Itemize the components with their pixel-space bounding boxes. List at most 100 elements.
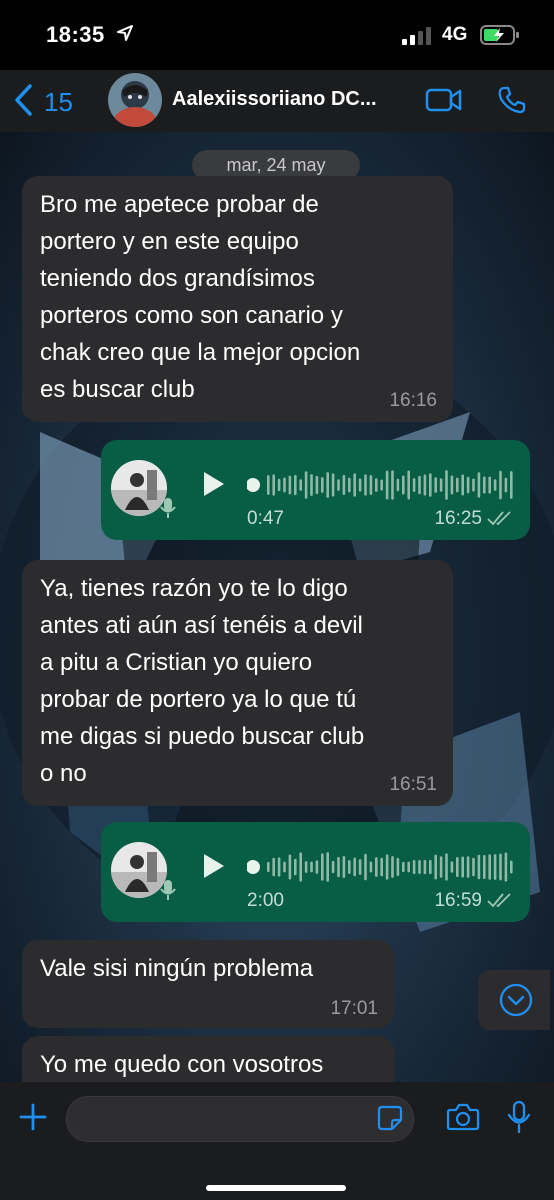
waveform-bar — [358, 478, 362, 492]
message-time: 16:16 — [389, 390, 437, 411]
waveform-bar — [477, 854, 481, 880]
camera-icon[interactable] — [446, 1102, 480, 1137]
chat-area[interactable]: mar, 24 may Bro me apetece probar de por… — [0, 132, 554, 1082]
status-bar: 18:35 4G — [0, 0, 554, 70]
message-time: 17:01 — [330, 998, 378, 1019]
waveform-bar — [353, 473, 356, 497]
waveform-bar — [466, 856, 470, 878]
waveform-bar — [326, 852, 329, 882]
chat-header: 15 Aalexiissoriiano DC... — [0, 70, 554, 132]
waveform-bar — [348, 860, 351, 874]
message-time: 16:25 — [434, 508, 482, 529]
play-icon[interactable] — [200, 852, 226, 885]
waveform-bar — [267, 861, 270, 873]
scroll-to-bottom-button[interactable] — [478, 970, 550, 1030]
plus-icon[interactable] — [18, 1102, 48, 1137]
waveform-bar — [461, 856, 464, 878]
waveform-bar — [429, 473, 432, 497]
voice-message-outgoing[interactable]: 2:00 16:59 — [101, 822, 530, 922]
phone-icon[interactable] — [497, 85, 527, 120]
waveform-bar — [304, 471, 308, 499]
waveform[interactable] — [247, 470, 517, 500]
waveform-bar — [294, 474, 297, 496]
playback-position[interactable] — [247, 478, 260, 492]
message-bubble-incoming[interactable]: Bro me apetece probar de portero y en es… — [22, 176, 453, 422]
contact-avatar[interactable] — [108, 73, 162, 127]
microphone-icon[interactable] — [506, 1100, 532, 1139]
sticker-icon[interactable] — [376, 1104, 404, 1137]
waveform-bar — [310, 861, 313, 873]
waveform-bar — [504, 852, 508, 882]
waveform-bar — [456, 856, 459, 878]
waveform-bar — [321, 853, 324, 881]
location-arrow-icon — [116, 24, 134, 47]
waveform-bar — [364, 853, 367, 881]
video-camera-icon[interactable] — [425, 86, 463, 119]
waveform-bar — [337, 479, 340, 491]
waveform-bar — [493, 479, 497, 491]
message-bubble-incoming[interactable]: Yo me quedo con vosotros — [22, 1036, 394, 1082]
battery-charging-icon — [480, 25, 520, 50]
play-icon[interactable] — [200, 470, 226, 503]
read-ticks-icon — [486, 892, 516, 913]
message-time: 16:51 — [389, 774, 437, 795]
waveform-bar — [510, 860, 513, 874]
waveform-bar — [456, 477, 459, 493]
waveform-bar — [412, 478, 416, 492]
waveform-bar — [277, 478, 281, 492]
waveform-bar — [369, 861, 373, 873]
waveform-bar — [450, 475, 454, 495]
waveform-bar — [375, 478, 378, 492]
waveform-bar — [434, 477, 437, 493]
waveform-bar — [331, 473, 335, 497]
microphone-icon — [159, 496, 177, 525]
network-type: 4G — [442, 24, 468, 45]
waveform-bar — [429, 859, 432, 875]
waveform-bar — [445, 853, 448, 881]
waveform-bar — [337, 856, 340, 878]
waveform[interactable] — [247, 852, 517, 882]
waveform-bar — [299, 479, 302, 491]
voice-message-outgoing[interactable]: 0:47 16:25 — [101, 440, 530, 540]
waveform-bar — [477, 472, 481, 498]
message-text: Vale sisi ningún problema — [40, 955, 314, 982]
waveform-bar — [466, 476, 470, 494]
message-text: Bro me apetece probar de portero y en es… — [40, 191, 361, 403]
waveform-bar — [423, 474, 427, 496]
message-input[interactable] — [66, 1096, 414, 1142]
waveform-bar — [342, 475, 346, 495]
waveform-bar — [499, 470, 502, 500]
waveform-bar — [385, 470, 389, 500]
waveform-bar — [423, 859, 427, 875]
waveform-bar — [412, 859, 416, 875]
contact-name[interactable]: Aalexiissoriiano DC... — [172, 88, 377, 111]
waveform-bar — [488, 476, 491, 494]
waveform-bar — [483, 855, 486, 879]
voice-duration: 0:47 — [247, 508, 284, 529]
message-time: 16:59 — [434, 890, 482, 911]
waveform-bar — [364, 474, 367, 496]
waveform-bar — [348, 477, 351, 493]
waveform-bar — [499, 853, 502, 881]
waveform-bar — [315, 475, 319, 495]
waveform-bar — [294, 858, 297, 876]
waveform-bar — [510, 471, 513, 499]
waveform-bar — [483, 476, 486, 494]
signal-bars-icon — [402, 27, 434, 50]
waveform-bar — [407, 861, 410, 873]
home-indicator — [206, 1185, 346, 1191]
waveform-bar — [277, 857, 281, 877]
waveform-bar — [396, 857, 400, 877]
message-bubble-incoming[interactable]: Ya, tienes razón yo te lo digo antes ati… — [22, 560, 453, 806]
waveform-bar — [288, 854, 292, 880]
back-button[interactable]: 15 — [12, 82, 73, 123]
waveform-bar — [445, 470, 448, 500]
message-bubble-incoming[interactable]: Vale sisi ningún problema 17:01 — [22, 940, 394, 1028]
playback-position[interactable] — [247, 860, 260, 874]
waveform-bar — [326, 472, 329, 498]
waveform-bar — [418, 475, 421, 495]
waveform-bar — [380, 479, 383, 491]
waveform-bar — [434, 854, 437, 880]
waveform-bar — [369, 475, 373, 495]
waveform-bar — [353, 857, 356, 877]
